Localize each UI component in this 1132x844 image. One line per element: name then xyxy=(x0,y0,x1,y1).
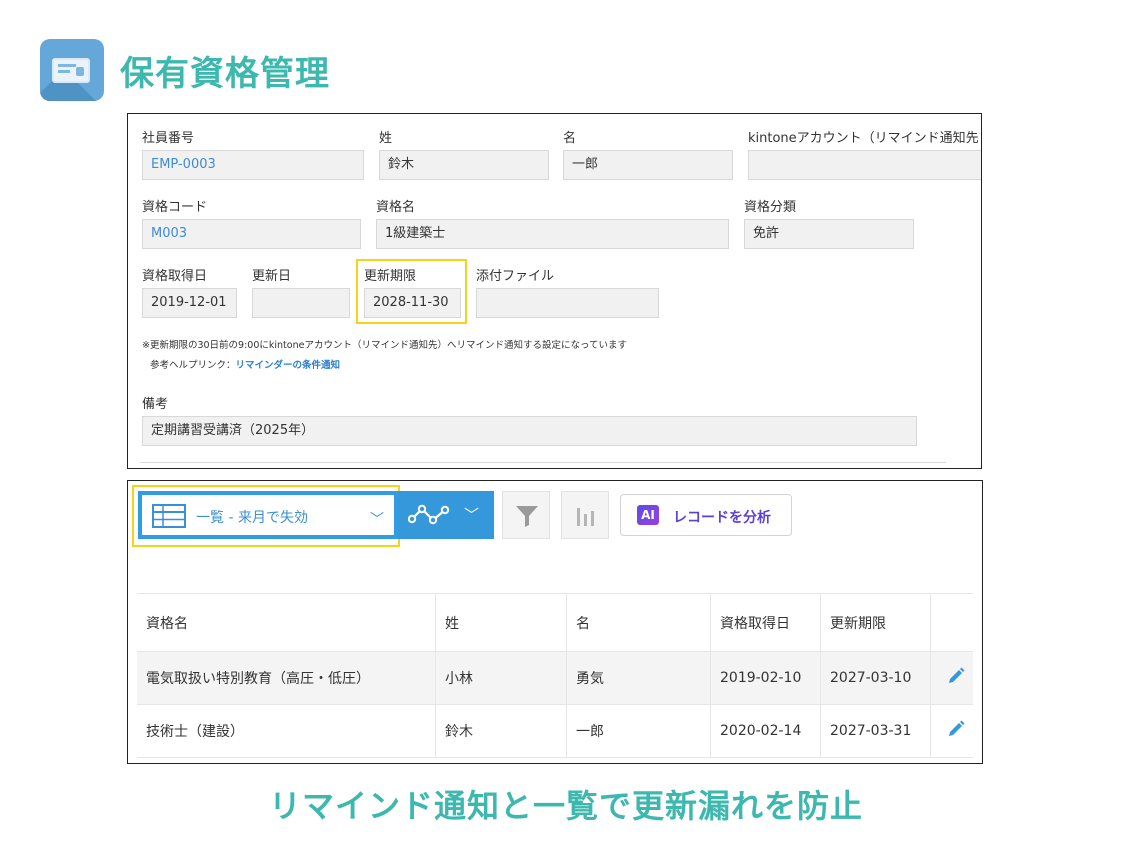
help-link-line: 参考ヘルプリンク：リマインダーの条件通知 xyxy=(150,357,340,371)
feature-caption: リマインド通知と一覧で更新漏れを防止 xyxy=(268,787,863,825)
cert-name-label: 資格名 xyxy=(376,200,416,215)
table-cell: 小林 xyxy=(435,651,567,705)
column-header[interactable]: 資格名 xyxy=(137,593,436,652)
cert-code-field[interactable]: M003 xyxy=(142,219,361,249)
expiry-date-field[interactable]: 2028-11-30 xyxy=(364,288,461,318)
bar-chart-icon xyxy=(577,508,594,526)
record-list-panel: 一覧 - 来月で失効 ﹀ ﹀ AI レコードを分析 資格名 姓 名 資格取得日 … xyxy=(127,480,983,764)
table-cell: 一郎 xyxy=(566,704,711,758)
table-header-row: 資格名 姓 名 資格取得日 更新期限 xyxy=(137,593,973,652)
analyze-records-label: レコードを分析 xyxy=(673,510,771,526)
kintone-account-field[interactable] xyxy=(748,150,981,180)
help-link-prefix: 参考ヘルプリンク： xyxy=(150,360,236,371)
column-header[interactable]: 資格取得日 xyxy=(710,593,821,652)
table-row[interactable]: 技術士（建設） 鈴木 一郎 2020-02-14 2027-03-31 xyxy=(137,704,973,758)
first-name-label: 名 xyxy=(563,131,577,146)
notes-field[interactable]: 定期講習受講済（2025年） xyxy=(142,416,917,446)
edit-cell xyxy=(930,651,973,705)
table-cell: 2027-03-10 xyxy=(820,651,931,705)
graph-menu-button[interactable]: ﹀ xyxy=(398,491,494,539)
cert-name-field[interactable]: 1級建築士 xyxy=(376,219,729,249)
kintone-account-label: kintoneアカウント（リマインド通知先 xyxy=(748,131,979,146)
edit-cell xyxy=(930,704,973,758)
records-table: 資格名 姓 名 資格取得日 更新期限 電気取扱い特別教育（高圧・低圧） 小林 勇… xyxy=(137,593,973,758)
cert-category-label: 資格分類 xyxy=(744,200,797,215)
table-cell: 技術士（建設） xyxy=(137,704,436,758)
id-card-icon xyxy=(52,58,90,83)
aggregate-button[interactable] xyxy=(561,491,609,539)
table-cell: 2020-02-14 xyxy=(710,704,821,758)
pencil-edit-icon[interactable] xyxy=(947,667,965,685)
renewed-date-field[interactable] xyxy=(252,288,350,318)
table-cell: 2019-02-10 xyxy=(710,651,821,705)
column-header-actions xyxy=(930,593,973,652)
table-cell: 電気取扱い特別教育（高圧・低圧） xyxy=(137,651,436,705)
table-cell: 2027-03-31 xyxy=(820,704,931,758)
app-icon xyxy=(40,39,104,101)
employee-no-label: 社員番号 xyxy=(142,131,195,146)
filter-funnel-icon xyxy=(516,506,538,527)
employee-no-field[interactable]: EMP-0003 xyxy=(142,150,364,180)
pencil-edit-icon[interactable] xyxy=(947,720,965,738)
reminder-help-link[interactable]: リマインダーの条件通知 xyxy=(236,360,341,371)
table-cell: 勇気 xyxy=(566,651,711,705)
table-cell: 鈴木 xyxy=(435,704,567,758)
last-name-label: 姓 xyxy=(379,131,393,146)
filter-button[interactable] xyxy=(502,491,550,539)
column-header[interactable]: 更新期限 xyxy=(820,593,931,652)
renewed-date-label: 更新日 xyxy=(252,269,292,284)
expiry-date-label: 更新期限 xyxy=(364,269,417,284)
chevron-down-icon: ﹀ xyxy=(464,506,480,524)
acquired-date-field[interactable]: 2019-12-01 xyxy=(142,288,237,318)
app-title: 保有資格管理 xyxy=(120,54,330,94)
last-name-field[interactable]: 鈴木 xyxy=(379,150,549,180)
table-row[interactable]: 電気取扱い特別教育（高圧・低圧） 小林 勇気 2019-02-10 2027-0… xyxy=(137,651,973,705)
acquired-date-label: 資格取得日 xyxy=(142,269,208,284)
cert-code-label: 資格コード xyxy=(142,200,208,215)
reminder-notice: ※更新期限の30日前の9:00にkintoneアカウント（リマインド通知先）へリ… xyxy=(142,340,627,351)
ai-badge-icon: AI xyxy=(637,505,659,525)
attachment-label: 添付ファイル xyxy=(476,269,555,284)
first-name-field[interactable]: 一郎 xyxy=(563,150,733,180)
analyze-records-button[interactable]: AI レコードを分析 xyxy=(620,494,792,536)
column-header[interactable]: 姓 xyxy=(435,593,567,652)
view-select-highlight-frame xyxy=(132,485,400,547)
cert-category-field[interactable]: 免許 xyxy=(744,219,914,249)
record-detail-panel: 社員番号 EMP-0003 姓 鈴木 名 一郎 kintoneアカウント（リマイ… xyxy=(127,113,982,469)
column-header[interactable]: 名 xyxy=(566,593,711,652)
attachment-field[interactable] xyxy=(476,288,659,318)
line-graph-icon xyxy=(408,504,450,525)
section-divider xyxy=(140,462,946,463)
notes-label: 備考 xyxy=(142,397,169,412)
